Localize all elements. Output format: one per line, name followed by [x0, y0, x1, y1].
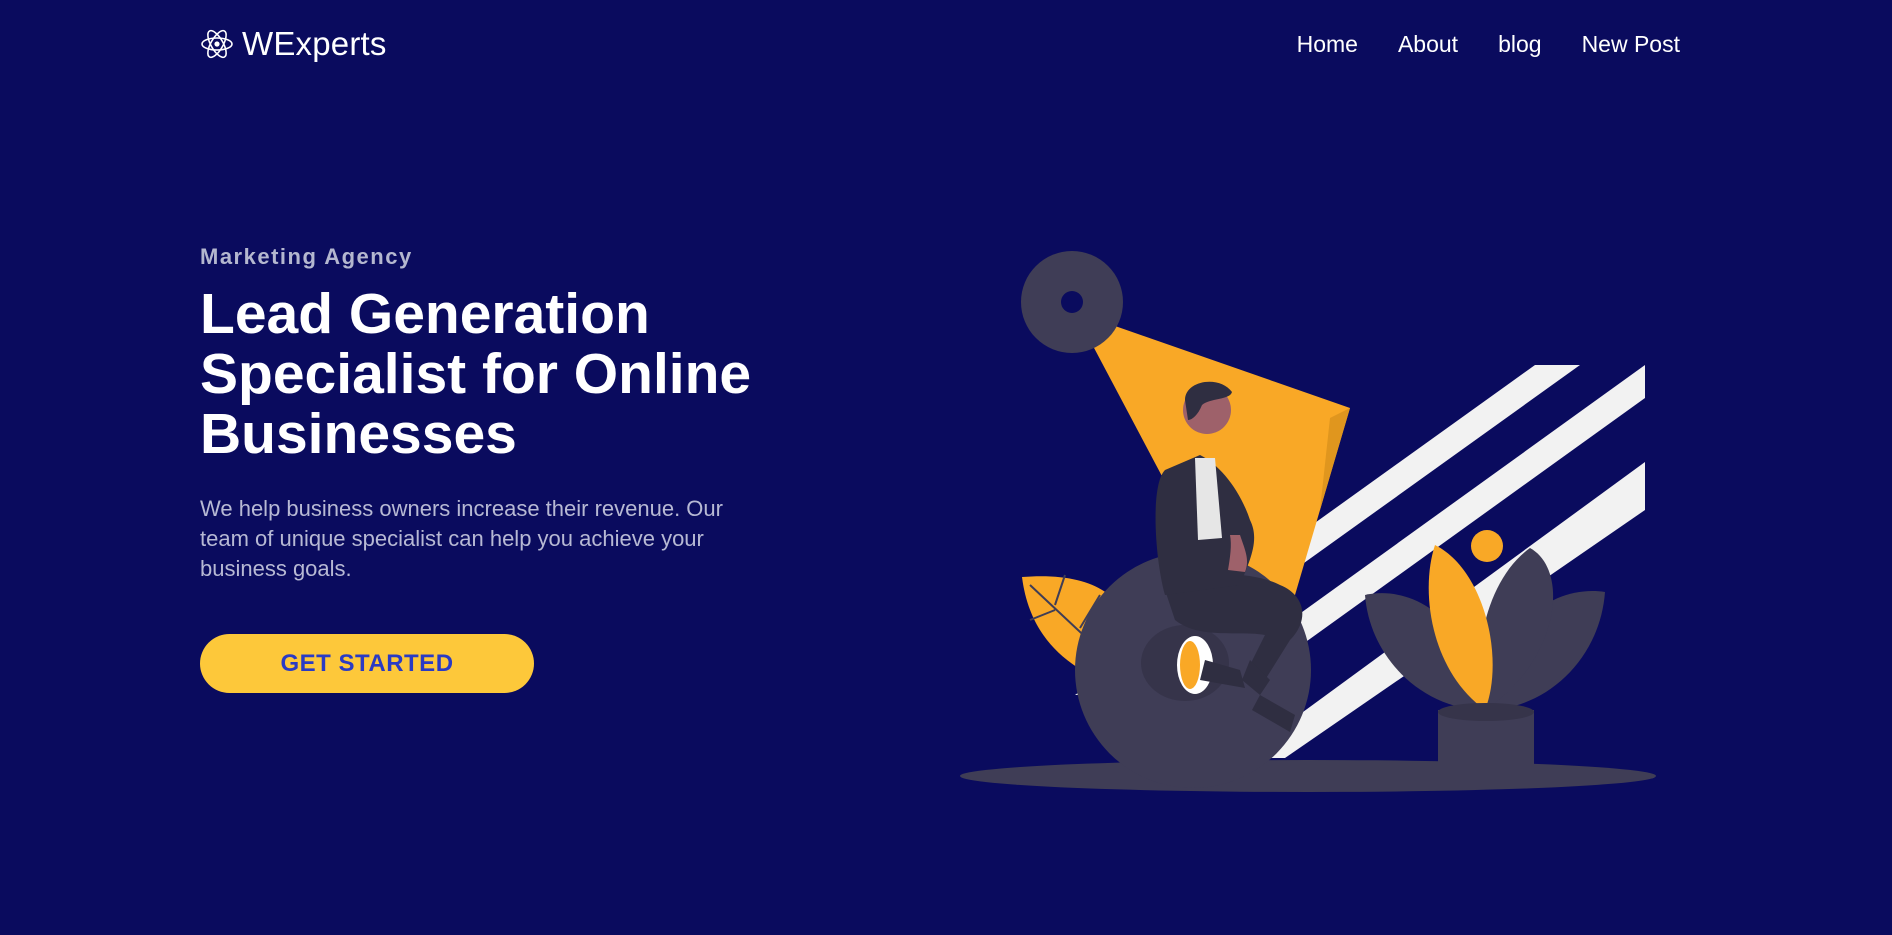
get-started-button[interactable]: GET STARTED: [200, 634, 534, 693]
nav-menu: Home About blog New Post: [1297, 31, 1680, 58]
navbar: WExperts Home About blog New Post: [200, 20, 1680, 68]
brand-name: WExperts: [242, 25, 387, 62]
wheel-hole-inner: [1180, 641, 1200, 689]
nav-new-post-link[interactable]: New Post: [1582, 31, 1680, 58]
brand-link[interactable]: WExperts: [200, 25, 387, 63]
page: WExperts Home About blog New Post Market…: [0, 0, 1892, 935]
hero-description: We help business owners increase their r…: [200, 496, 723, 581]
atom-icon: [201, 29, 233, 59]
nav-blog-link[interactable]: blog: [1498, 31, 1541, 58]
ground-shadow: [960, 760, 1656, 792]
hero-eyebrow: Marketing Agency: [200, 244, 413, 269]
nav-about-link[interactable]: About: [1398, 31, 1458, 58]
nav-home-link[interactable]: Home: [1297, 31, 1358, 58]
donut-hole: [1061, 291, 1083, 313]
hero-headline: Lead Generation Specialist for Online Bu…: [200, 282, 752, 466]
hero-illustration: [960, 251, 1656, 792]
hero-section: Marketing Agency Lead Generation Special…: [200, 244, 820, 693]
